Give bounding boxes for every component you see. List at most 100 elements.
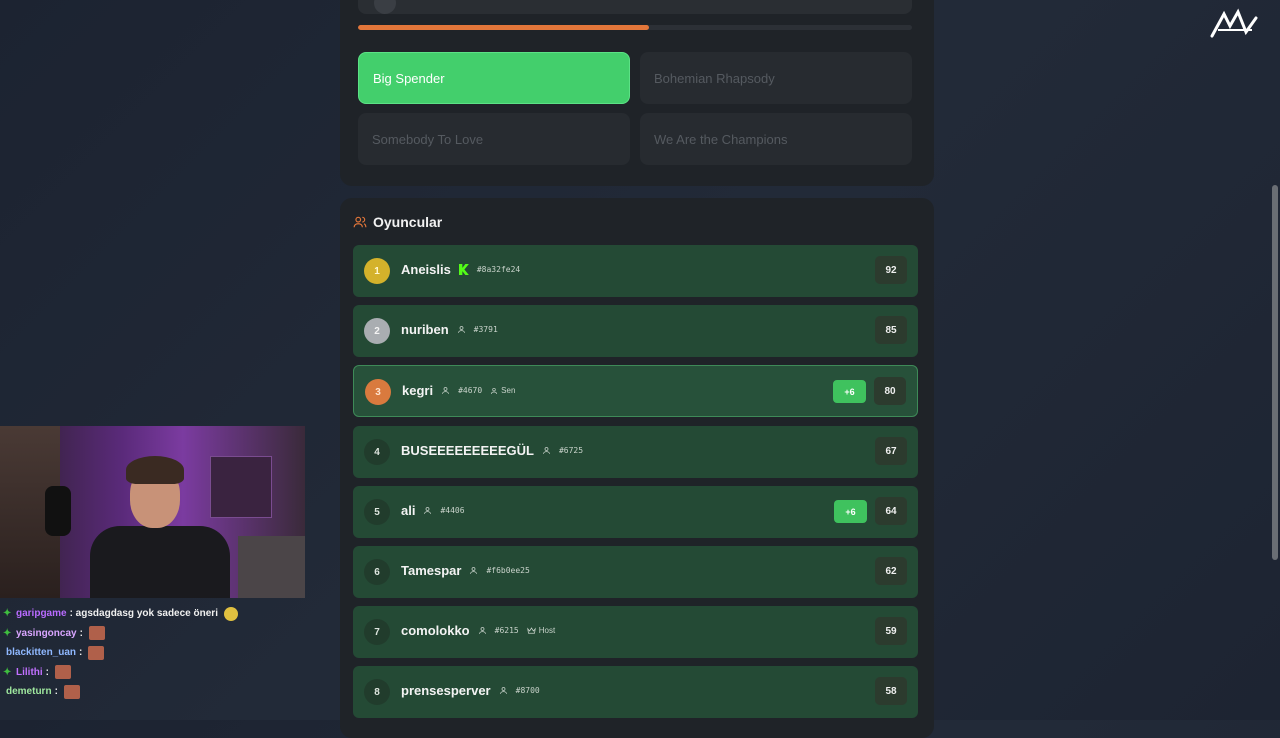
answer-label: Big Spender [373,70,445,86]
chat-message: ✦ Lilithi : [3,663,303,683]
rank-badge: 3 [365,379,391,405]
player-tag: #8700 [515,686,540,695]
rank-badge: 7 [364,619,390,645]
question-header [358,0,912,14]
emote-icon [55,665,72,680]
chat-username: yasingoncay [16,627,77,639]
player-tag: #6215 [494,626,519,635]
chat-text: : [79,627,83,639]
users-icon [353,216,367,228]
player-score: 92 [875,256,907,284]
emote-icon [88,626,105,641]
player-name: nuriben [401,322,449,337]
players-panel: Oyuncular 1 Aneislis #8a32fe24 92 2 nuri… [340,198,934,738]
player-row[interactable]: 5 ali #4406 +6 64 [353,486,918,538]
player-tag: #6725 [558,446,584,455]
answer-option-1[interactable]: Big Spender [358,52,630,104]
score-gain-badge: +6 [834,500,867,523]
answer-option-3[interactable]: Somebody To Love [358,113,630,165]
chat-message: ✦ yasingoncay : [3,624,303,644]
sub-badge-icon: ✦ [3,608,12,620]
player-name: Tamespar [401,563,462,578]
answer-label: Somebody To Love [372,131,484,147]
user-icon [499,687,507,694]
player-score: 58 [875,677,907,705]
player-name: ali [401,503,416,518]
player-name: prensesperver [401,683,491,698]
player-tag: #8a32fe24 [476,265,521,274]
score-gain-badge: +6 [833,380,866,403]
chat-message: ✦ garipgame : agsdagdasg yok sadece öner… [3,604,303,624]
chat-text: : [54,686,58,698]
timer-progress-bar [358,25,912,30]
timer-progress-fill [358,25,649,30]
webcam-overlay [0,426,305,598]
rank-badge: 8 [364,679,390,705]
player-score: 59 [875,617,907,645]
chat-text: : [79,647,83,659]
sub-badge-icon: ✦ [3,627,12,639]
player-row-current[interactable]: 3 kegri #4670 Sen +6 80 [353,365,918,417]
sub-badge-icon: ✦ [3,666,12,678]
kick-icon [458,264,469,275]
player-row[interactable]: 4 BUSEEEEEEEEEGÜL #6725 67 [353,426,918,478]
player-row[interactable]: 8 prensesperver #8700 58 [353,666,918,718]
microphone [45,486,71,536]
question-card: Big Spender Bohemian Rhapsody Somebody T… [340,0,934,186]
rank-badge: 4 [364,439,390,465]
answer-label: We Are the Champions [654,131,788,147]
answer-option-2[interactable]: Bohemian Rhapsody [640,52,912,104]
player-name: comolokko [401,623,470,638]
player-row[interactable]: 1 Aneislis #8a32fe24 92 [353,245,918,297]
rank-badge: 2 [364,318,390,344]
chat-message: demeturn : [3,682,303,702]
you-badge: Sen [490,386,515,395]
rank-badge: 5 [364,499,390,525]
player-row[interactable]: 6 Tamespar #f6b0ee25 62 [353,546,918,598]
player-name: kegri [402,383,434,398]
player-tag: #4670 [458,386,483,395]
page-scrollbar[interactable] [1272,0,1278,720]
chat-username: garipgame [16,608,67,620]
user-icon [543,447,550,454]
players-title: Oyuncular [373,214,443,230]
player-score: 85 [875,316,907,344]
player-score: 62 [875,557,907,585]
rank-badge: 1 [364,258,390,284]
scrollbar-thumb[interactable] [1272,185,1278,560]
player-row[interactable]: 2 nuriben #3791 85 [353,305,918,357]
chat-message: blackitten_uan : [3,643,303,663]
answer-label: Bohemian Rhapsody [654,70,775,86]
user-icon [491,387,498,394]
player-score: 67 [875,437,907,465]
emote-icon [223,606,238,621]
player-name: Aneislis [401,262,451,277]
host-badge: Host [526,626,556,635]
user-icon [478,627,486,634]
crown-icon [526,626,536,634]
player-score: 80 [874,377,906,405]
chat-text: : agsdagdasg yok sadece öneri [69,608,218,620]
avatar [374,0,396,14]
host-label: Host [538,626,556,635]
player-tag: #3791 [473,325,498,334]
user-icon [442,387,449,394]
chat-text: : [45,666,50,678]
you-label: Sen [501,386,516,395]
chat-overlay: ✦ garipgame : agsdagdasg yok sadece öner… [3,604,303,702]
user-icon [470,567,478,574]
chat-username: Lilithi [16,666,43,678]
user-icon [424,507,432,514]
emote-icon [88,645,105,660]
user-icon [457,326,465,333]
answer-option-4[interactable]: We Are the Champions [640,113,912,165]
stream-logo-icon [1210,8,1258,38]
chat-username: blackitten_uan [6,647,77,659]
emote-icon [63,684,80,699]
players-header: Oyuncular [353,214,442,230]
player-name: BUSEEEEEEEEEGÜL [401,443,534,458]
rank-badge: 6 [364,559,390,585]
player-row[interactable]: 7 comolokko #6215 Host 59 [353,606,918,658]
player-tag: #f6b0ee25 [486,566,530,575]
player-tag: #4406 [440,506,465,515]
